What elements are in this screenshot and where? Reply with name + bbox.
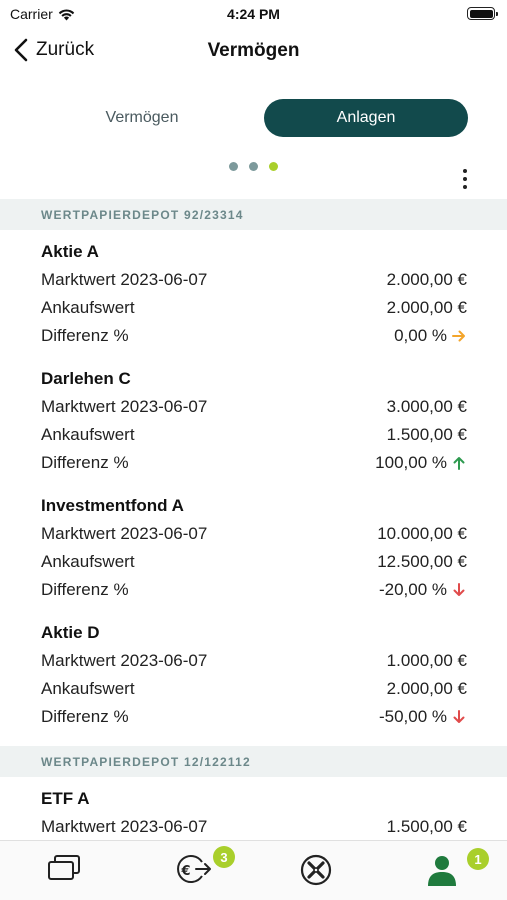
row-value-wrap: 12.500,00 € [377, 552, 467, 572]
transfers-badge: 3 [213, 846, 235, 868]
row-value-wrap: 0,00 % [394, 326, 467, 346]
row-value: 100,00 % [375, 453, 447, 472]
row-label: Differenz % [41, 707, 129, 726]
tab-profile[interactable]: 1 [424, 848, 489, 889]
market-value-row: Marktwert 2023-06-07 1.500,00 € [41, 813, 467, 840]
asset-name: ETF A [41, 789, 90, 808]
row-value: 12.500,00 € [377, 552, 467, 571]
asset-name: Aktie D [41, 623, 100, 642]
segment-vermoegen[interactable]: Vermögen [40, 99, 244, 137]
purchase-value-row: Ankaufswert 1.500,00 € [41, 421, 467, 449]
page-dot [249, 162, 258, 171]
row-label: Differenz % [41, 326, 129, 345]
depot-items: ETF AMarktwert 2023-06-071.500,00 €Ankau… [0, 777, 507, 840]
depot-section-header: WERTPAPIERDEPOT 12/122112 [0, 746, 507, 777]
purchase-value-row: Ankaufswert 2.000,00 € [41, 675, 467, 703]
asset-item[interactable]: Investmentfond A Marktwert 2023-06-07 10.0… [0, 492, 507, 604]
arrow-down-icon [453, 583, 465, 596]
row-value: -50,00 % [378, 707, 447, 726]
nav-bar: Zurück Vermögen [0, 34, 507, 72]
more-vertical-icon[interactable] [455, 167, 475, 191]
row-label: Ankaufswert [41, 552, 135, 571]
tab-bar: € 3 1 [0, 840, 507, 900]
row-value-wrap: 2.000,00 € [387, 298, 467, 318]
row-value-wrap: 1.500,00 € [387, 817, 467, 837]
row-value: -20,00 % [378, 580, 447, 599]
asset-item[interactable]: Aktie D Marktwert 2023-06-07 1.000,00 € Ank… [0, 619, 507, 731]
row-value: 1.500,00 € [386, 817, 467, 836]
cards-icon [48, 855, 80, 880]
difference-row: Differenz % -50,00 % [41, 703, 467, 731]
asset-item[interactable]: Aktie A Marktwert 2023-06-07 2.000,00 € Ank… [0, 238, 507, 350]
status-time: 4:24 PM [227, 6, 280, 22]
row-value: 10.000,00 € [377, 524, 467, 543]
segmented-control: Vermögen Anlagen [40, 99, 468, 137]
row-value-wrap: 10.000,00 € [377, 524, 467, 544]
tab-cards[interactable] [46, 853, 86, 889]
tools-icon [300, 854, 332, 886]
arrow-up-icon [453, 457, 465, 470]
status-bar: Carrier 4:24 PM [0, 0, 507, 28]
row-value-wrap: 2.000,00 € [387, 270, 467, 290]
page-dot [229, 162, 238, 171]
depot-list[interactable]: WERTPAPIERDEPOT 92/23314 Aktie A Marktwert… [0, 199, 507, 840]
row-label: Marktwert 2023-06-07 [41, 397, 208, 416]
page-title: Vermögen [207, 40, 300, 61]
market-value-row: Marktwert 2023-06-07 3.000,00 € [41, 393, 467, 421]
page-dot-active [269, 162, 278, 171]
difference-row: Differenz % -20,00 % [41, 576, 467, 604]
row-value: 1.000,00 € [386, 651, 467, 670]
row-label: Ankaufswert [41, 298, 135, 317]
asset-name: Investmentfond A [41, 496, 184, 515]
market-value-row: Marktwert 2023-06-07 1.000,00 € [41, 647, 467, 675]
page-indicator[interactable] [229, 162, 278, 171]
market-value-row: Marktwert 2023-06-07 2.000,00 € [41, 266, 467, 294]
row-value-wrap: -50,00 % [379, 707, 467, 727]
asset-name: Darlehen C [41, 369, 131, 388]
battery-icon [467, 7, 498, 20]
profile-badge: 1 [467, 848, 489, 870]
difference-row: Differenz % 100,00 % [41, 449, 467, 477]
row-value: 2.000,00 € [386, 679, 467, 698]
row-label: Ankaufswert [41, 679, 135, 698]
row-label: Marktwert 2023-06-07 [41, 270, 208, 289]
row-value-wrap: 1.000,00 € [387, 651, 467, 671]
row-value-wrap: -20,00 % [379, 580, 467, 600]
row-label: Ankaufswert [41, 425, 135, 444]
row-value-wrap: 100,00 % [375, 453, 467, 473]
row-label: Differenz % [41, 580, 129, 599]
row-value: 2.000,00 € [386, 270, 467, 289]
arrow-down-icon [453, 710, 465, 723]
depot-items: Aktie A Marktwert 2023-06-07 2.000,00 € Ank… [0, 230, 507, 731]
user-icon [428, 856, 456, 886]
purchase-value-row: Ankaufswert 2.000,00 € [41, 294, 467, 322]
purchase-value-row: Ankaufswert 12.500,00 € [41, 548, 467, 576]
svg-text:€: € [181, 864, 191, 879]
row-value-wrap: 3.000,00 € [387, 397, 467, 417]
asset-name: Aktie A [41, 242, 99, 261]
row-value: 0,00 % [394, 326, 447, 345]
arrow-right-icon [452, 330, 465, 342]
row-value: 2.000,00 € [386, 298, 467, 317]
difference-row: Differenz % 0,00 % [41, 322, 467, 350]
tab-transfers[interactable]: € 3 [172, 846, 235, 889]
market-value-row: Marktwert 2023-06-07 10.000,00 € [41, 520, 467, 548]
row-value-wrap: 2.000,00 € [387, 679, 467, 699]
row-label: Differenz % [41, 453, 129, 472]
euro-transfer-icon: € [177, 855, 211, 883]
row-value-wrap: 1.500,00 € [387, 425, 467, 445]
asset-item[interactable]: ETF AMarktwert 2023-06-071.500,00 €Ankau… [0, 785, 507, 840]
row-label: Marktwert 2023-06-07 [41, 524, 208, 543]
row-value: 3.000,00 € [386, 397, 467, 416]
asset-item[interactable]: Darlehen C Marktwert 2023-06-07 3.000,00 €… [0, 365, 507, 477]
tab-tools[interactable] [298, 853, 338, 889]
row-label: Marktwert 2023-06-07 [41, 651, 208, 670]
row-label: Marktwert 2023-06-07 [41, 817, 208, 836]
segment-anlagen[interactable]: Anlagen [264, 99, 468, 137]
depot-section-header: WERTPAPIERDEPOT 92/23314 [0, 199, 507, 230]
row-value: 1.500,00 € [386, 425, 467, 444]
